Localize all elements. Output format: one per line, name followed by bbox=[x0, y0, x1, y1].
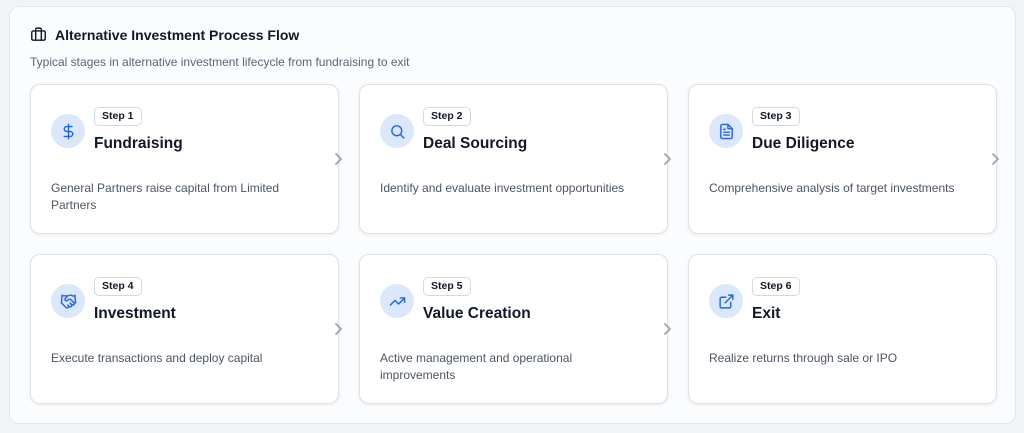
panel-header: Alternative Investment Process Flow Typi… bbox=[30, 26, 410, 70]
step-description: General Partners raise capital from Limi… bbox=[51, 181, 280, 212]
step-card-due-diligence: Step 3 Due Diligence Comprehensive analy… bbox=[688, 84, 997, 234]
search-icon bbox=[389, 123, 406, 140]
step-icon-circle bbox=[709, 114, 743, 148]
external-link-icon bbox=[718, 293, 735, 310]
step-badge: Step 1 bbox=[94, 107, 142, 126]
step-description: Execute transactions and deploy capital bbox=[51, 351, 263, 365]
step-description: Identify and evaluate investment opportu… bbox=[380, 181, 625, 195]
step-title: Fundraising bbox=[94, 135, 183, 152]
step-description: Active management and operational improv… bbox=[380, 351, 573, 382]
step-card-value-creation: Step 5 Value Creation Active management … bbox=[359, 254, 668, 404]
step-badge: Step 3 bbox=[752, 107, 800, 126]
panel-subtitle: Typical stages in alternative investment… bbox=[30, 55, 410, 69]
step-badge: Step 4 bbox=[94, 277, 142, 296]
panel-title: Alternative Investment Process Flow bbox=[55, 26, 300, 43]
process-flow-panel: Alternative Investment Process Flow Typi… bbox=[9, 6, 1016, 424]
chevron-right-icon bbox=[990, 152, 1000, 166]
step-icon-circle bbox=[709, 284, 743, 318]
title-row: Alternative Investment Process Flow bbox=[30, 26, 410, 43]
step-description: Comprehensive analysis of target investm… bbox=[709, 181, 955, 195]
step-badge: Step 6 bbox=[752, 277, 800, 296]
step-badge: Step 2 bbox=[423, 107, 471, 126]
step-card-exit: Step 6 Exit Realize returns through sale… bbox=[688, 254, 997, 404]
chevron-right-icon bbox=[662, 322, 672, 336]
step-icon-circle bbox=[51, 284, 85, 318]
step-card-deal-sourcing: Step 2 Deal Sourcing Identify and evalua… bbox=[359, 84, 668, 234]
step-title: Due Diligence bbox=[752, 135, 855, 152]
step-card-fundraising: Step 1 Fundraising General Partners rais… bbox=[30, 84, 339, 234]
step-description: Realize returns through sale or IPO bbox=[709, 351, 898, 365]
briefcase-icon bbox=[30, 26, 47, 43]
chevron-right-icon bbox=[662, 152, 672, 166]
dollar-sign-icon bbox=[60, 123, 77, 140]
step-badge: Step 5 bbox=[423, 277, 471, 296]
document-icon bbox=[718, 123, 735, 140]
chevron-right-icon bbox=[333, 152, 343, 166]
handshake-icon bbox=[60, 293, 77, 310]
step-icon-circle bbox=[380, 114, 414, 148]
step-icon-circle bbox=[380, 284, 414, 318]
chevron-right-icon bbox=[333, 322, 343, 336]
step-title: Exit bbox=[752, 305, 781, 322]
step-icon-circle bbox=[51, 114, 85, 148]
step-card-investment: Step 4 Investment Execute transactions a… bbox=[30, 254, 339, 404]
step-title: Deal Sourcing bbox=[423, 135, 528, 152]
step-title: Investment bbox=[94, 305, 176, 322]
trending-up-icon bbox=[389, 293, 406, 310]
step-title: Value Creation bbox=[423, 305, 531, 322]
